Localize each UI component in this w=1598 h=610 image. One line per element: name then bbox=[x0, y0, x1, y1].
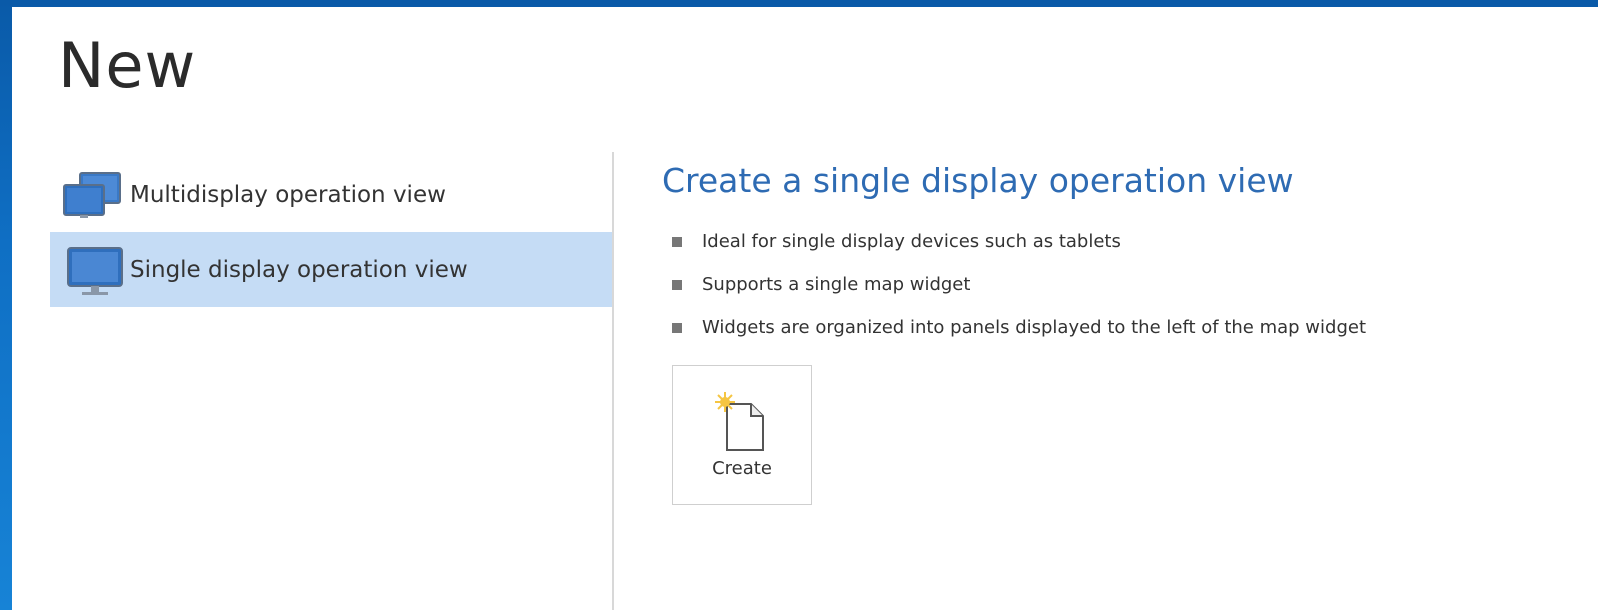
list-item: Widgets are organized into panels displa… bbox=[662, 306, 1562, 349]
list-item-text: Ideal for single display devices such as… bbox=[702, 231, 1121, 252]
list-item-text: Widgets are organized into panels displa… bbox=[702, 317, 1367, 338]
page-title: New bbox=[58, 29, 197, 102]
sidebar-item-label: Single display operation view bbox=[130, 256, 468, 283]
feature-list: Ideal for single display devices such as… bbox=[662, 220, 1562, 349]
monitor-icon bbox=[58, 242, 124, 298]
list-item-text: Supports a single map widget bbox=[702, 274, 971, 295]
list-item: Ideal for single display devices such as… bbox=[662, 220, 1562, 263]
multi-monitor-icon bbox=[58, 167, 124, 223]
create-button[interactable]: Create bbox=[672, 365, 812, 505]
bullet-square-icon bbox=[672, 236, 682, 247]
bullet-square-icon bbox=[672, 322, 682, 333]
vertical-divider bbox=[612, 152, 614, 610]
sidebar-item-single-display[interactable]: Single display operation view bbox=[50, 232, 612, 307]
list-item: Supports a single map widget bbox=[662, 263, 1562, 306]
detail-heading: Create a single display operation view bbox=[662, 161, 1294, 200]
sidebar-item-label: Multidisplay operation view bbox=[130, 181, 446, 208]
new-page-panel: New Multidisplay operation view Single d… bbox=[12, 7, 1598, 610]
bullet-square-icon bbox=[672, 279, 682, 290]
sidebar-item-multidisplay[interactable]: Multidisplay operation view bbox=[50, 157, 612, 232]
create-button-label: Create bbox=[712, 458, 772, 479]
new-document-icon bbox=[713, 392, 769, 452]
detail-pane: Create a single display operation view I… bbox=[662, 155, 1562, 505]
view-type-list: Multidisplay operation view Single displ… bbox=[50, 157, 612, 307]
